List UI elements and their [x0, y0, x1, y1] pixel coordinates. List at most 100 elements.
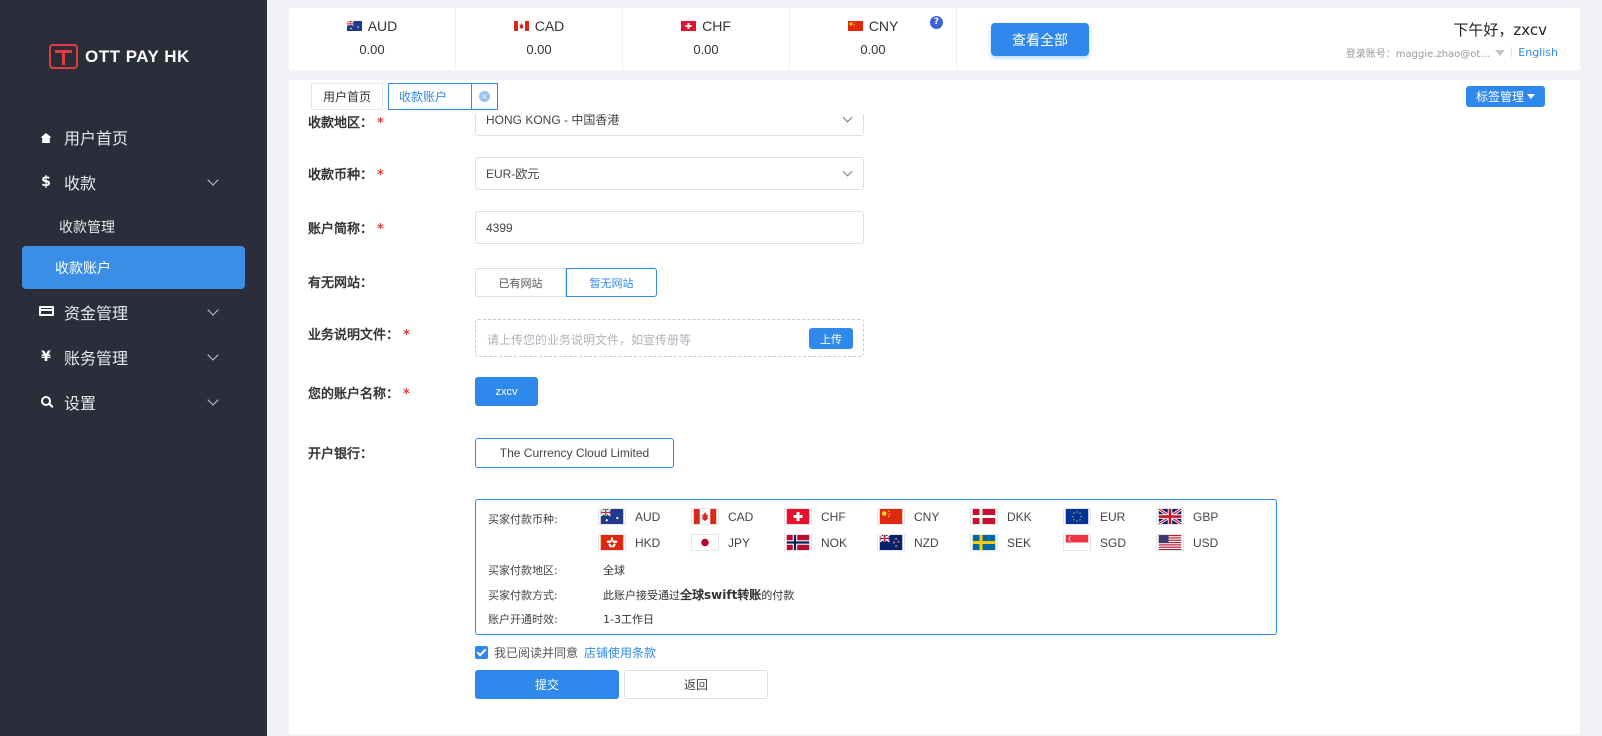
- balance-code: AUD: [367, 18, 398, 34]
- currency-code: AUD: [635, 509, 661, 524]
- account-dropdown-icon[interactable]: [1494, 49, 1505, 56]
- caret-down-icon: [1527, 94, 1535, 99]
- balance-value: 0.00: [359, 42, 385, 57]
- currency-eur: EUR: [1063, 508, 1125, 525]
- terms-link[interactable]: 店铺使用条款: [584, 644, 656, 661]
- currency-code: JPY: [728, 535, 751, 550]
- flag-nok-icon: [784, 534, 812, 551]
- region-select[interactable]: HONG KONG - 中国香港: [475, 114, 864, 136]
- tab-collection-account[interactable]: 收款账户 ×: [388, 83, 498, 110]
- sidebar-item-settings[interactable]: 设置: [0, 382, 267, 422]
- flag-aud-icon: [598, 508, 626, 525]
- doc-upload-area[interactable]: 请上传您的业务说明文件，如宣传册等 上传: [475, 319, 864, 357]
- open-time-label: 账户开通时效:: [488, 613, 558, 626]
- sidebar-item-label: 资金管理: [64, 304, 129, 323]
- view-all-button[interactable]: 查看全部: [991, 23, 1089, 56]
- balance-cad: CAD 0.00: [456, 8, 623, 70]
- currency-cad: CAD: [691, 508, 753, 525]
- currency-code: CAD: [728, 509, 754, 524]
- balance-code: CHF: [702, 18, 731, 34]
- balance-value: 0.00: [693, 42, 719, 57]
- payer-method-value: 此账户接受通过全球swift转账的付款: [603, 588, 795, 602]
- doc-label: 业务说明文件： *: [308, 328, 410, 343]
- divider: |: [1509, 47, 1514, 58]
- currency-chf: CHF: [784, 508, 846, 525]
- sidebar-item-home[interactable]: 用户首页: [0, 117, 267, 157]
- sidebar-subitem-collection-management[interactable]: 收款管理: [59, 217, 115, 237]
- bank-option[interactable]: The Currency Cloud Limited: [475, 438, 674, 468]
- tab-label: 收款账户: [399, 90, 448, 104]
- logo: OTT PAY HK: [49, 44, 190, 69]
- logo-text: OTT PAY HK: [85, 46, 190, 66]
- agree-text: 我已阅读并同意: [494, 646, 579, 660]
- sidebar-item-accounting[interactable]: ¥ 账务管理: [0, 337, 267, 377]
- website-toggle: 已有网站 暂无网站: [475, 268, 657, 297]
- sidebar-item-label: 用户首页: [64, 129, 129, 148]
- currency-code: USD: [1193, 535, 1219, 550]
- doc-upload-placeholder: 请上传您的业务说明文件，如宣传册等: [487, 333, 692, 347]
- flag-cny-icon: [847, 21, 863, 31]
- currency-sek: SEK: [970, 534, 1031, 551]
- upload-button[interactable]: 上传: [809, 328, 853, 349]
- card-icon: [38, 304, 54, 320]
- tab-bar: 用户首页 收款账户 × 标签管理: [289, 80, 1580, 114]
- currency-jpy: JPY: [691, 534, 750, 551]
- currency-code: GBP: [1193, 509, 1219, 524]
- agree-checkbox[interactable]: [475, 646, 488, 659]
- help-icon[interactable]: ?: [930, 16, 943, 29]
- currency-code: CHF: [821, 509, 846, 524]
- currency-code: HKD: [635, 535, 661, 550]
- currency-usd: USD: [1156, 534, 1218, 551]
- chevron-down-icon: [207, 174, 219, 186]
- language-switch[interactable]: English: [1518, 46, 1558, 59]
- flag-nzd-icon: [877, 534, 905, 551]
- back-button[interactable]: 返回: [624, 670, 768, 699]
- sidebar-item-funds[interactable]: 资金管理: [0, 292, 267, 332]
- currency-gbp: GBP: [1156, 508, 1218, 525]
- flag-cad-icon: [513, 21, 529, 31]
- flag-usd-icon: [1156, 534, 1184, 551]
- flag-chf-icon: [784, 508, 812, 525]
- balance-bar: AUD 0.00 CAD 0.00 CHF 0.00 CNY 0.00 ? 查看…: [289, 8, 1580, 70]
- flag-aud-icon: [346, 21, 362, 31]
- chevron-down-icon: [842, 114, 853, 123]
- currency-hkd: HKD: [598, 534, 660, 551]
- payer-method-label: 买家付款方式:: [488, 589, 558, 602]
- flag-cny-icon: [877, 508, 905, 525]
- flag-cad-icon: [691, 508, 719, 525]
- search-icon: [38, 394, 54, 410]
- region-label: 收款地区： *: [308, 116, 384, 131]
- no-website-option[interactable]: 暂无网站: [566, 268, 657, 297]
- chevron-down-icon: [207, 349, 219, 361]
- flag-jpy-icon: [691, 534, 719, 551]
- alias-input[interactable]: 4399: [475, 211, 864, 244]
- logo-mark-icon: [49, 44, 78, 69]
- dollar-icon: $: [41, 174, 51, 190]
- sidebar-subitem-collection-account[interactable]: 收款账户: [22, 246, 245, 289]
- chevron-down-icon: [207, 304, 219, 316]
- has-website-option[interactable]: 已有网站: [475, 268, 566, 297]
- yen-icon: ¥: [41, 349, 51, 365]
- flag-dkk-icon: [970, 508, 998, 525]
- account-name-tag[interactable]: zxcv: [475, 377, 538, 406]
- currency-code: SEK: [1007, 535, 1032, 550]
- page-gutter: [1580, 0, 1602, 736]
- agreement: 我已阅读并同意 店铺使用条款: [475, 644, 656, 661]
- payer-currency-label: 买家付款币种:: [488, 513, 558, 526]
- region-value: HONG KONG - 中国香港: [486, 114, 620, 127]
- tag-manage-button[interactable]: 标签管理: [1466, 86, 1545, 107]
- tab-home[interactable]: 用户首页: [311, 83, 383, 110]
- tab-close-button[interactable]: ×: [471, 84, 497, 109]
- sidebar-item-label: 收款: [64, 174, 97, 193]
- close-icon: ×: [479, 91, 490, 102]
- submit-button[interactable]: 提交: [475, 670, 619, 699]
- greeting: 下午好，zxcv: [1453, 21, 1547, 39]
- login-account-line: 登录账号：maggie.zhao@ot... | English: [1346, 45, 1558, 60]
- sidebar-item-collection[interactable]: $ 收款: [0, 162, 267, 202]
- currency-select[interactable]: EUR-欧元: [475, 157, 864, 190]
- balance-value: 0.00: [860, 42, 886, 57]
- currency-cny: CNY: [877, 508, 939, 525]
- currency-dkk: DKK: [970, 508, 1032, 525]
- payer-region-label: 买家付款地区:: [488, 564, 558, 577]
- flag-sgd-icon: [1063, 534, 1091, 551]
